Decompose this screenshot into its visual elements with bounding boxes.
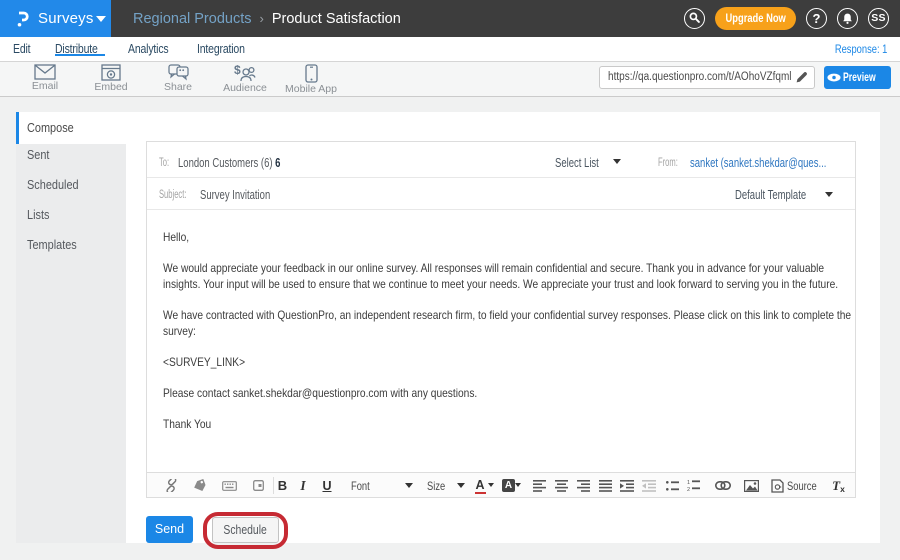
svg-text:2: 2 [687,487,690,492]
svg-text:$: $ [234,64,241,77]
svg-text:1: 1 [687,480,690,486]
